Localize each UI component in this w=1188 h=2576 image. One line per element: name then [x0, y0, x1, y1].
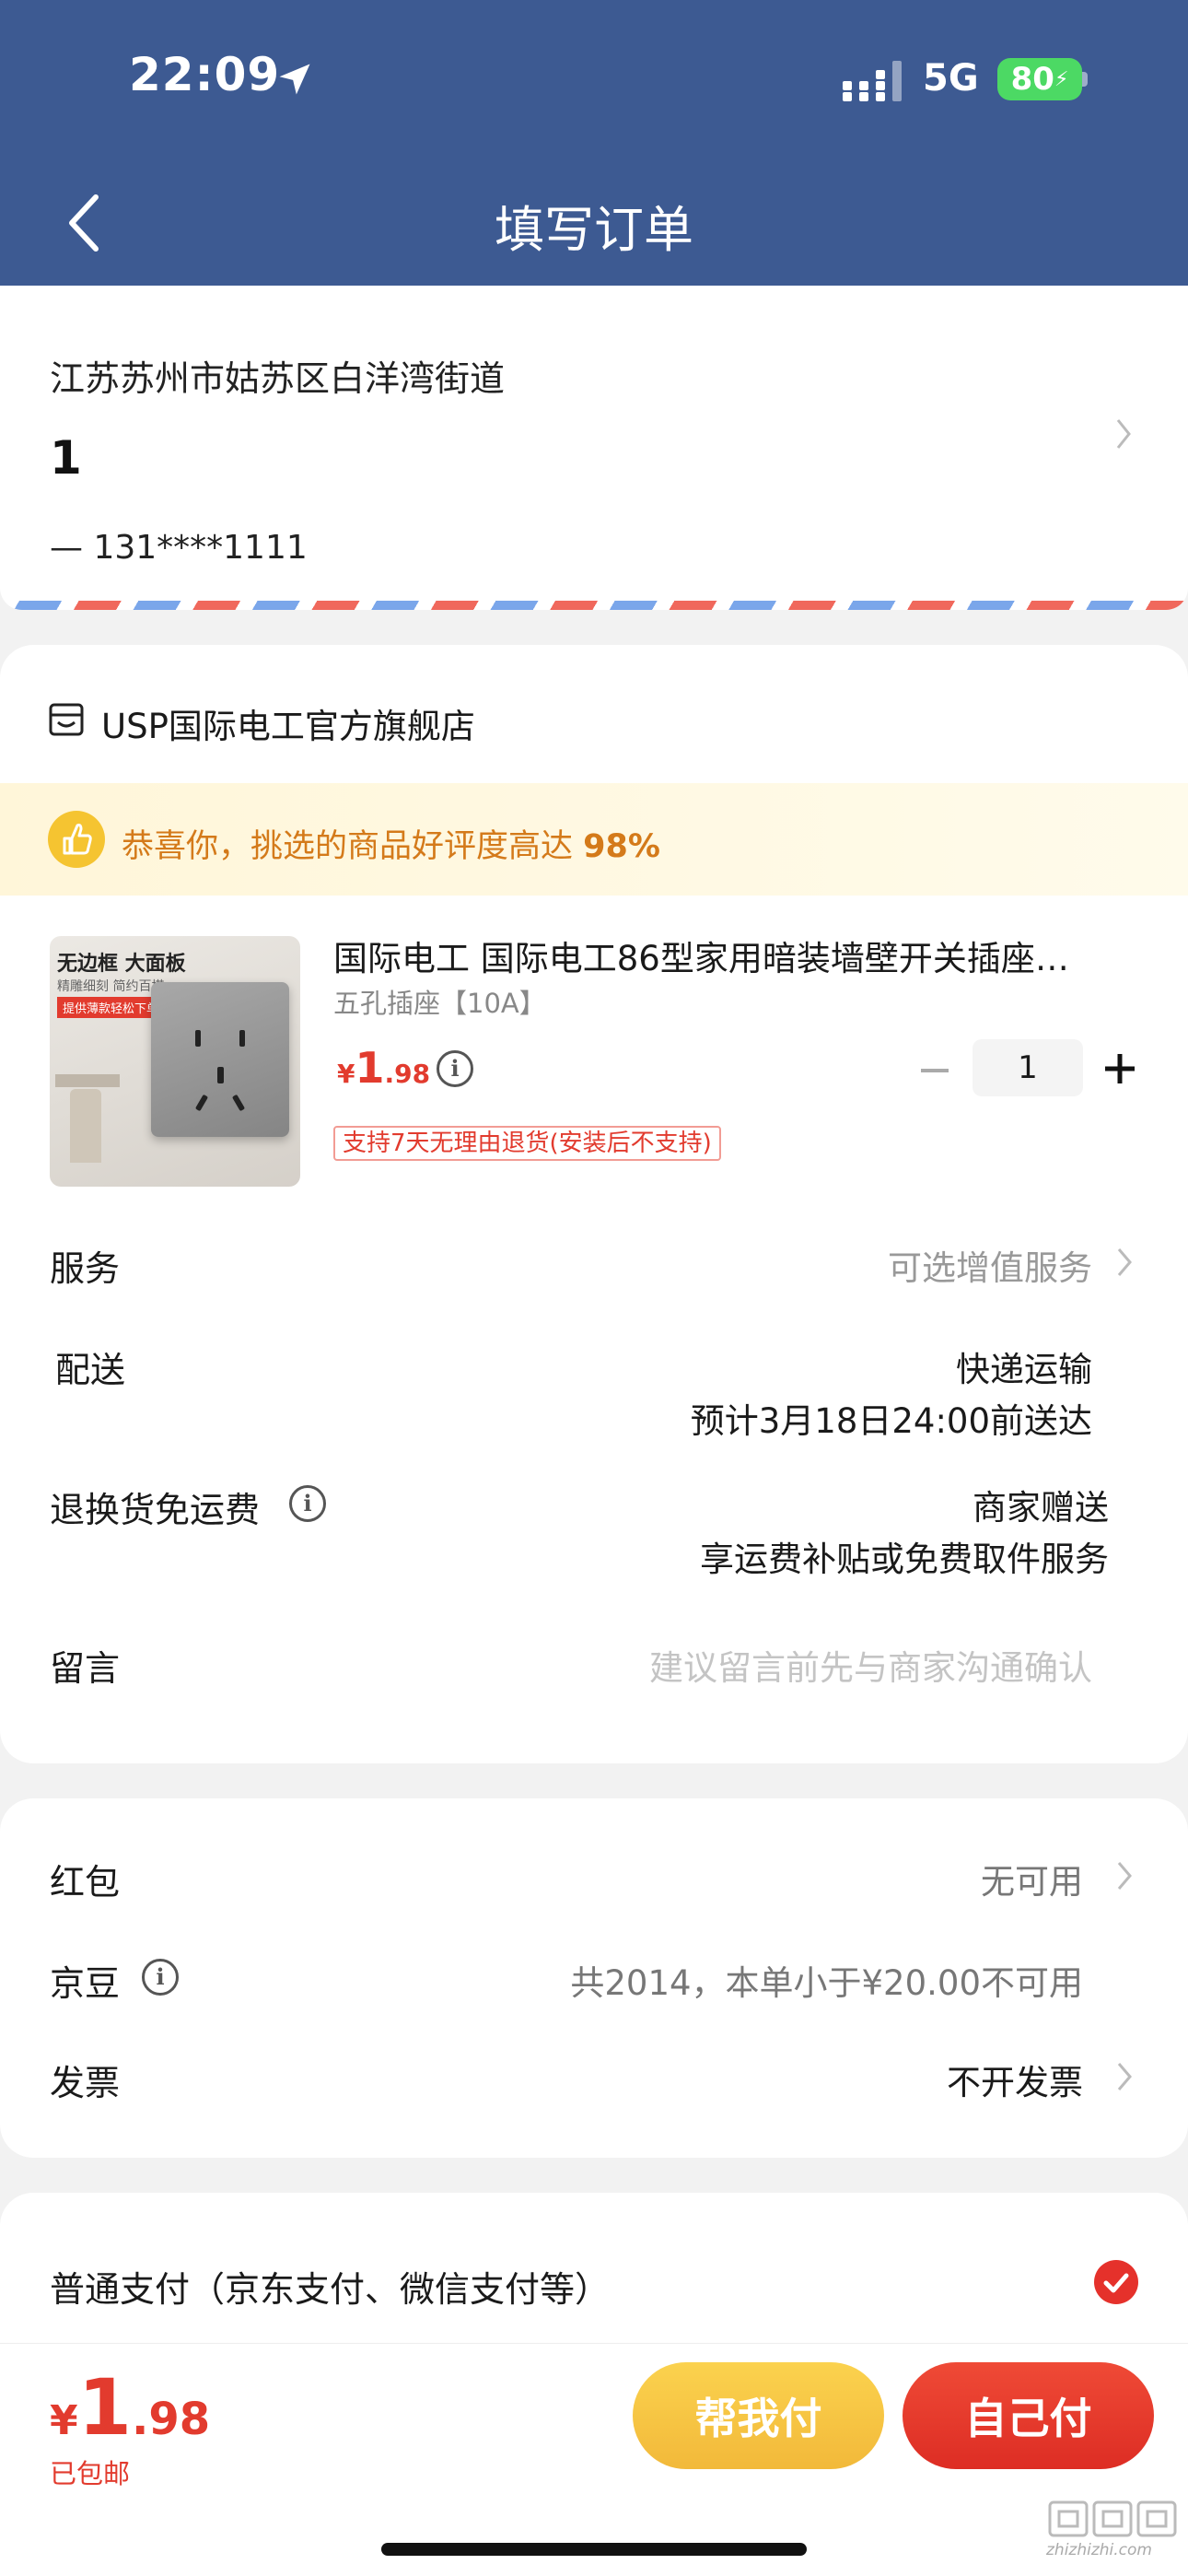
plus-icon[interactable]: [1101, 1050, 1138, 1087]
checkout-bar: ¥1.98 已包邮 帮我付 自己付 zhizhizhi.com: [0, 2343, 1188, 2576]
shipping-note: 已包邮: [50, 2458, 131, 2489]
price-integer: 1: [355, 1043, 385, 1093]
praise-banner: 恭喜你，挑选的商品好评度高达 98%: [0, 783, 1188, 896]
red-packet-label: 红包: [50, 1862, 121, 1903]
shop-name[interactable]: USP国际电工官方旗舰店: [101, 698, 475, 748]
total-integer: 1: [77, 2362, 133, 2453]
image-table: [55, 1074, 120, 1087]
total-symbol: ¥: [50, 2397, 78, 2444]
shop-card: USP国际电工官方旗舰店 恭喜你，挑选的商品好评度高达 98% 无边框 大面板 …: [0, 645, 1188, 1763]
invoice-value[interactable]: 不开发票: [947, 2055, 1083, 2104]
thumbs-up-icon: [48, 811, 105, 868]
chevron-right-icon: [1117, 2063, 1132, 2090]
praise-message: 恭喜你，挑选的商品好评度高达: [122, 828, 574, 865]
quantity-input[interactable]: 1: [973, 1039, 1083, 1096]
battery-level: 80: [1010, 61, 1054, 98]
chevron-right-icon: [1116, 419, 1131, 449]
red-packet-value[interactable]: 无可用: [981, 1854, 1083, 1903]
order-page: 22:09 5G 80 ⚡ 填写订单 江苏苏州市姑苏区白洋湾街道 1 — 131*…: [0, 0, 1188, 2576]
image-chair: [70, 1089, 101, 1163]
jingdou-value: 共2014，本单小于¥20.00不可用: [570, 1963, 1083, 2003]
praise-percent: 98%: [583, 828, 660, 865]
service-value[interactable]: 可选增值服务: [888, 1240, 1092, 1290]
watermark-logo: [1048, 2500, 1177, 2537]
payment-method: 普通支付（京东支付、微信支付等）: [50, 2269, 611, 2310]
recipient-name: 1: [50, 431, 82, 485]
self-pay-button[interactable]: 自己付: [903, 2362, 1154, 2469]
address-line: 江苏苏州市姑苏区白洋湾街道: [50, 358, 506, 399]
product-image[interactable]: 无边框 大面板 精雕细刻 简约百搭 提供薄款轻松下单: [50, 936, 300, 1187]
info-icon[interactable]: i: [437, 1050, 473, 1087]
product-image-subtag: 精雕细刻 简约百搭: [57, 979, 165, 994]
airmail-border: [0, 601, 1188, 610]
praise-text: 恭喜你，挑选的商品好评度高达 98%: [122, 820, 660, 867]
page-title: 填写订单: [495, 201, 693, 259]
return-shipping-label: 退换货免运费: [50, 1490, 261, 1530]
recipient-phone: — 131****1111: [50, 529, 308, 567]
charging-bolt-icon: ⚡: [1054, 67, 1069, 91]
chevron-right-icon: [1117, 1862, 1132, 1890]
return-shipping-value: 商家赠送: [973, 1488, 1109, 1528]
invoice-label: 发票: [50, 2063, 121, 2103]
product-title[interactable]: 国际电工 国际电工86型家用暗装墙壁开关插座…: [333, 931, 1144, 980]
signal-icon: [843, 61, 902, 101]
product-image-badge: 提供薄款轻松下单: [57, 997, 165, 1018]
shop-icon: [49, 703, 84, 736]
address-card[interactable]: 江苏苏州市姑苏区白洋湾街道 1 — 131****1111: [0, 286, 1188, 610]
delivery-method[interactable]: 快递运输: [956, 1341, 1092, 1391]
info-icon[interactable]: i: [289, 1485, 326, 1522]
location-arrow-icon: [279, 64, 310, 95]
info-icon[interactable]: i: [142, 1959, 179, 1996]
network-type: 5G: [923, 57, 979, 100]
product-sku[interactable]: 五孔插座【10A】: [333, 982, 546, 1021]
product-price: ¥1.98: [337, 1043, 430, 1093]
product-image-tag: 无边框 大面板: [57, 953, 186, 976]
message-input[interactable]: 建议留言前先与商家沟通确认: [649, 1640, 1092, 1690]
battery-tip: [1082, 72, 1088, 87]
price-symbol: ¥: [337, 1059, 355, 1089]
header: 22:09 5G 80 ⚡ 填写订单: [0, 0, 1188, 286]
coupon-card: 红包 无可用 京豆 i 共2014，本单小于¥20.00不可用 发票 不开发票: [0, 1798, 1188, 2158]
check-icon[interactable]: [1094, 2260, 1138, 2304]
delivery-eta: 预计3月18日24:00前送达: [690, 1401, 1092, 1441]
return-shipping-sub: 享运费补贴或免费取件服务: [700, 1540, 1109, 1579]
socket-plate: [151, 982, 289, 1137]
price-decimal: .98: [384, 1059, 431, 1089]
jingdou-label: 京豆: [50, 1963, 121, 2004]
minus-icon[interactable]: [919, 1052, 950, 1089]
return-policy-tag: 支持7天无理由退货(安装后不支持): [333, 1126, 721, 1161]
payment-card[interactable]: 普通支付（京东支付、微信支付等）: [0, 2193, 1188, 2359]
delivery-label: 配送: [55, 1350, 126, 1390]
battery-indicator: 80 ⚡: [997, 58, 1082, 100]
watermark-url: zhizhizhi.com: [1046, 2541, 1152, 2559]
chevron-right-icon: [1117, 1248, 1132, 1276]
help-pay-button[interactable]: 帮我付: [633, 2362, 884, 2469]
message-label: 留言: [50, 1648, 121, 1689]
home-indicator: [381, 2543, 807, 2556]
service-label: 服务: [50, 1248, 121, 1289]
total-decimal: .98: [132, 2394, 211, 2445]
total-price: ¥1.98: [50, 2362, 210, 2453]
status-time: 22:09: [129, 48, 281, 101]
